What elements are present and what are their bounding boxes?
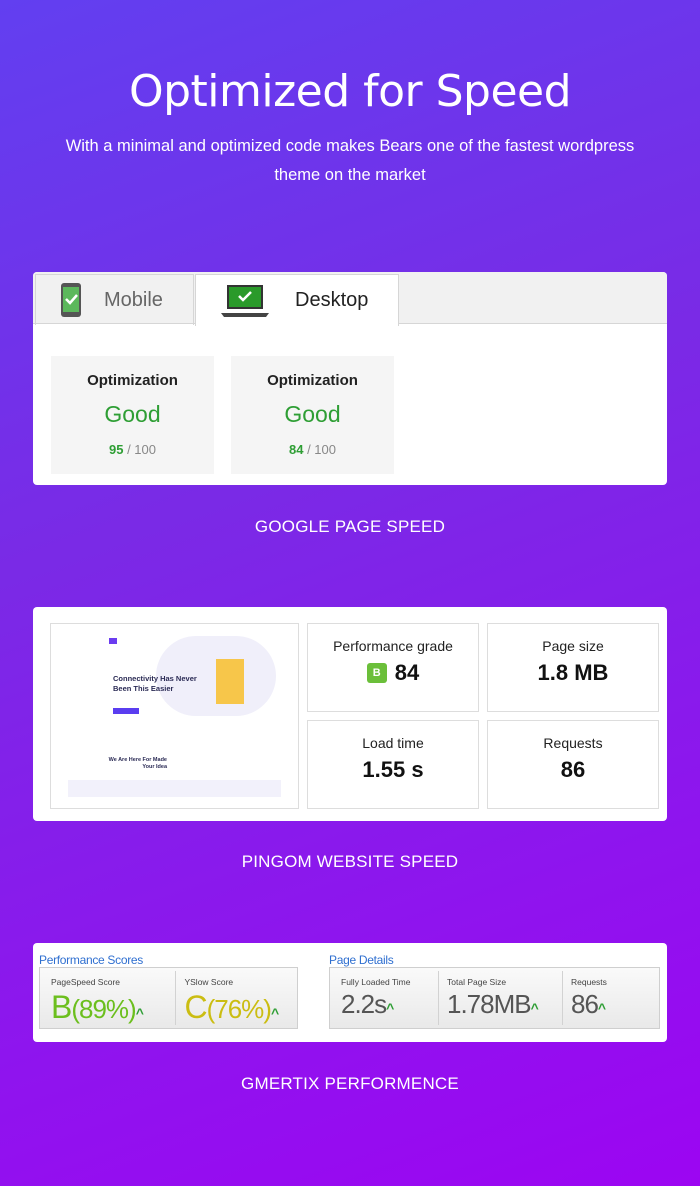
arrow-up-icon: ^ bbox=[386, 1000, 394, 1016]
mobile-check-icon bbox=[61, 283, 81, 317]
fully-loaded-time: Fully Loaded Time 2.2s^ bbox=[333, 971, 439, 1025]
grade-badge: B bbox=[366, 663, 387, 683]
stat-load-time: Load time 1.55 s bbox=[307, 720, 479, 809]
stat-page-size: Page size 1.8 MB bbox=[487, 623, 659, 712]
page-subtitle: With a minimal and optimized code makes … bbox=[65, 137, 635, 184]
score-value: 84 / 100 bbox=[288, 442, 336, 457]
arrow-up-icon: ^ bbox=[135, 1005, 144, 1021]
pingdom-caption: PINGOM WEBSITE SPEED bbox=[241, 852, 459, 871]
google-pagespeed-card: Mobile Desktop Optimization Good 95 / 10… bbox=[33, 272, 667, 485]
score-heading: Optimization bbox=[87, 372, 178, 389]
preview-footer bbox=[68, 780, 281, 797]
requests: Requests 86^ bbox=[571, 977, 607, 1019]
page-title: Optimized for Speed bbox=[128, 66, 572, 117]
preview-illustration bbox=[216, 659, 244, 704]
pingdom-card: Connectivity Has Never Been This Easier … bbox=[33, 607, 667, 821]
tab-mobile[interactable]: Mobile bbox=[35, 274, 194, 325]
total-page-size: Total Page Size 1.78MB^ bbox=[439, 971, 563, 1025]
laptop-check-icon bbox=[221, 284, 269, 317]
gtmetrix-card: Performance Scores PageSpeed Score B(89%… bbox=[33, 943, 667, 1042]
google-caption: GOOGLE PAGE SPEED bbox=[254, 517, 446, 536]
page: Optimized for Speed With a minimal and o… bbox=[0, 0, 700, 1186]
website-preview: Connectivity Has Never Been This Easier … bbox=[50, 623, 299, 809]
arrow-up-icon: ^ bbox=[270, 1005, 279, 1021]
stat-requests: Requests 86 bbox=[487, 720, 659, 809]
pagespeed-score: PageSpeed Score B(89%)^ bbox=[43, 971, 177, 1025]
score-heading: Optimization bbox=[267, 372, 358, 389]
page-details-title: Page Details bbox=[329, 953, 394, 967]
score-box-mobile: Optimization Good 95 / 100 bbox=[51, 356, 214, 474]
stat-performance-grade: Performance grade B 84 bbox=[307, 623, 479, 712]
tab-desktop-label: Desktop bbox=[295, 289, 369, 311]
arrow-up-icon: ^ bbox=[597, 1000, 606, 1016]
preview-logo bbox=[109, 638, 117, 644]
tab-mobile-label: Mobile bbox=[104, 288, 163, 311]
arrow-up-icon: ^ bbox=[530, 1000, 539, 1016]
score-value: 95 / 100 bbox=[108, 442, 156, 457]
page-details-box: Fully Loaded Time 2.2s^ Total Page Size … bbox=[329, 967, 660, 1029]
tab-desktop[interactable]: Desktop bbox=[195, 274, 399, 326]
preview-section-title: We Are Here For Made Your Idea bbox=[108, 757, 167, 770]
gtmetrix-caption: GMERTIX PERFORMENCE bbox=[241, 1074, 459, 1093]
preview-button bbox=[113, 708, 139, 714]
score-rating: Good bbox=[104, 401, 161, 427]
yslow-score: YSlow Score C(76%)^ bbox=[184, 977, 279, 1025]
score-box-desktop: Optimization Good 84 / 100 bbox=[231, 356, 394, 474]
performance-scores-box: PageSpeed Score B(89%)^ YSlow Score C(76… bbox=[39, 967, 298, 1029]
preview-headline: Connectivity Has Never Been This Easier bbox=[113, 674, 197, 693]
score-rating: Good bbox=[284, 401, 341, 427]
performance-scores-title: Performance Scores bbox=[39, 953, 143, 967]
